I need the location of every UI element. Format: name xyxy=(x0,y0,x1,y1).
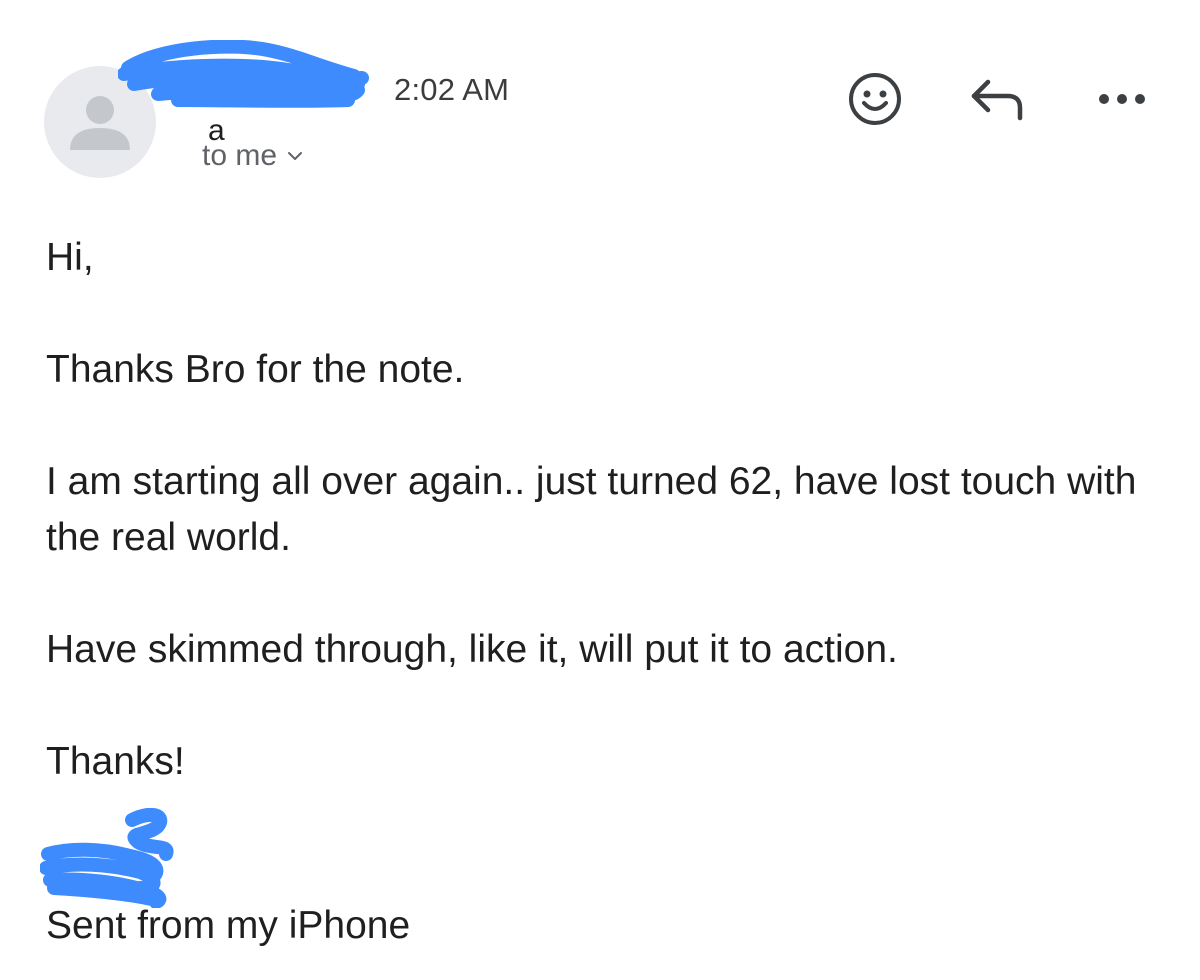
more-options-button[interactable] xyxy=(1092,84,1152,114)
react-emoji-button[interactable] xyxy=(846,70,904,128)
sender-name-area[interactable]: a xyxy=(118,40,378,147)
email-body: Hi, Thanks Bro for the note. I am starti… xyxy=(46,230,1166,846)
chevron-down-icon xyxy=(288,152,303,160)
more-horizontal-icon xyxy=(1099,94,1145,104)
reply-icon xyxy=(971,79,1023,121)
recipient-label: to me xyxy=(202,139,278,172)
recipient-toggle[interactable]: to me xyxy=(202,138,303,174)
redaction-scribble xyxy=(118,40,369,108)
redaction-scribble xyxy=(39,807,174,909)
reply-button[interactable] xyxy=(968,74,1028,126)
body-paragraph-1: Thanks Bro for the note. xyxy=(46,348,465,391)
closing: Thanks! xyxy=(46,740,185,783)
sent-from-signature: Sent from my iPhone xyxy=(46,904,411,947)
greeting: Hi, xyxy=(46,236,94,279)
body-paragraph-2: I am starting all over again.. just turn… xyxy=(46,460,1137,559)
signature-redaction xyxy=(39,807,190,909)
body-paragraph-3: Have skimmed through, like it, will put … xyxy=(46,628,898,671)
smiley-icon xyxy=(849,73,901,125)
timestamp: 2:02 AM xyxy=(394,72,510,107)
email-header: a 2:02 AM to me xyxy=(0,0,1200,200)
